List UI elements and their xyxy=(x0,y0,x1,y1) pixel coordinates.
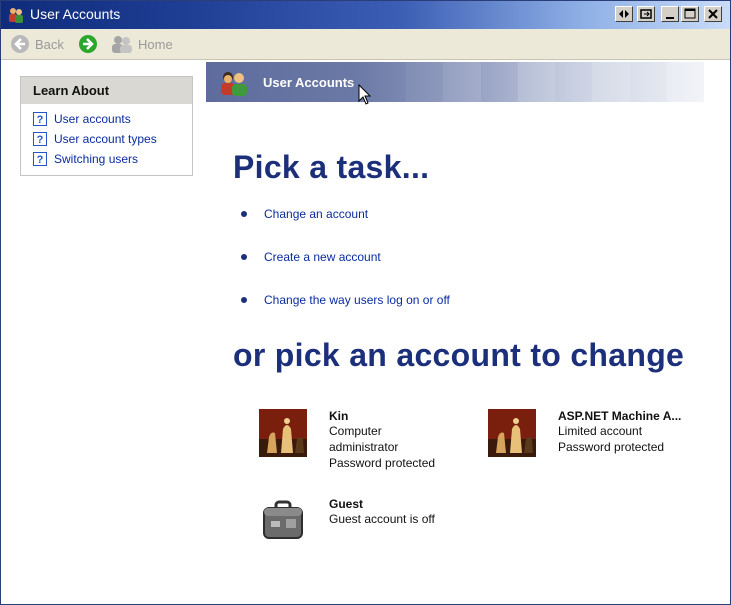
account-guest[interactable]: Guest Guest account is off xyxy=(259,497,435,545)
account-type: Computer xyxy=(329,424,382,438)
pick-account-heading: or pick an account to change xyxy=(233,337,685,373)
learn-link-label: User accounts xyxy=(54,112,131,126)
restore-tray-icon[interactable] xyxy=(637,6,655,22)
help-icon: ? xyxy=(33,132,47,146)
title-bar[interactable]: User Accounts xyxy=(1,1,730,29)
learn-link-account-types[interactable]: ? User account types xyxy=(33,132,157,146)
learn-link-user-accounts[interactable]: ? User accounts xyxy=(33,112,131,126)
task-label: Create a new account xyxy=(264,250,381,264)
user-accounts-icon xyxy=(9,8,23,23)
svg-text:?: ? xyxy=(37,154,44,166)
help-icon: ? xyxy=(33,152,47,166)
home-button[interactable]: Home xyxy=(111,32,173,56)
account-info: ASP.NET Machine A... Limited account Pas… xyxy=(558,409,688,457)
account-name: ASP.NET Machine A... xyxy=(558,409,682,423)
learn-link-label: User account types xyxy=(54,132,157,146)
forward-arrow-icon xyxy=(79,35,97,53)
account-status: Password protected xyxy=(329,456,436,470)
account-type: Limited account xyxy=(558,424,643,438)
pick-task-heading: Pick a task... xyxy=(233,149,430,185)
task-create-account[interactable]: Create a new account xyxy=(241,250,381,264)
chess-icon xyxy=(259,409,307,457)
toolbar: Back Home xyxy=(1,29,730,60)
home-users-icon xyxy=(112,36,132,53)
chess-icon xyxy=(488,409,536,457)
resize-icon[interactable] xyxy=(615,6,633,22)
account-status: Password protected xyxy=(558,440,665,454)
mouse-cursor-icon xyxy=(358,84,372,105)
task-change-account[interactable]: Change an account xyxy=(241,207,368,221)
account-name: Kin xyxy=(329,409,349,423)
task-label: Change an account xyxy=(264,207,369,221)
account-status: Guest account is off xyxy=(329,512,435,526)
account-kin[interactable]: Kin Computer administrator Password prot… xyxy=(259,409,435,471)
close-button[interactable] xyxy=(704,6,722,22)
bullet xyxy=(241,211,247,217)
forward-button[interactable] xyxy=(78,32,98,56)
bullet xyxy=(241,254,247,260)
banner-title: User Accounts xyxy=(263,75,355,90)
home-label: Home xyxy=(138,36,173,52)
account-info: Guest Guest account is off xyxy=(329,497,435,545)
learn-about-heading: Learn About xyxy=(21,77,192,104)
user-accounts-window: User Accounts Back Home Learn About ? Us… xyxy=(0,0,731,605)
user-accounts-banner-icon xyxy=(221,72,247,96)
header-banner: User Accounts xyxy=(206,62,704,102)
learn-link-label: Switching users xyxy=(54,152,139,166)
svg-text:?: ? xyxy=(37,114,44,126)
suitcase-icon xyxy=(263,500,303,539)
task-label: Change the way users log on or off xyxy=(264,293,450,307)
help-icon: ? xyxy=(33,112,47,126)
svg-text:?: ? xyxy=(37,134,44,146)
back-button[interactable]: Back xyxy=(10,32,64,56)
learn-about-box: Learn About ? User accounts ? User accou… xyxy=(20,76,193,176)
content-area: Learn About ? User accounts ? User accou… xyxy=(1,60,730,604)
back-arrow-icon xyxy=(11,35,29,53)
back-label: Back xyxy=(35,36,64,52)
account-type: administrator xyxy=(329,440,399,454)
bullet xyxy=(241,297,247,303)
learn-link-switching-users[interactable]: ? Switching users xyxy=(33,152,138,166)
account-name: Guest xyxy=(329,497,364,511)
account-aspnet[interactable]: ASP.NET Machine A... Limited account Pas… xyxy=(488,409,688,457)
account-info: Kin Computer administrator Password prot… xyxy=(329,409,435,471)
window-title: User Accounts xyxy=(30,6,121,22)
maximize-button[interactable] xyxy=(681,6,699,22)
task-pane: Learn About ? User accounts ? User accou… xyxy=(1,60,201,604)
task-change-logon[interactable]: Change the way users log on or off xyxy=(241,293,450,307)
banner-gradient xyxy=(406,62,704,102)
minimize-button[interactable] xyxy=(661,6,679,22)
